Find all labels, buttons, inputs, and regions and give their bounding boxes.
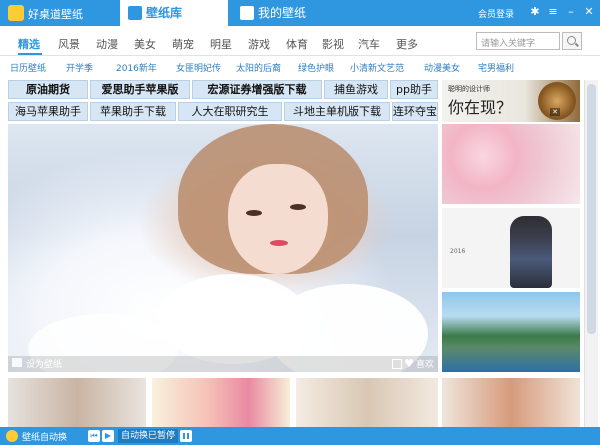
previous-icon[interactable]: ⏮ [88, 430, 100, 442]
ad-link[interactable]: 苹果助手下载 [90, 102, 176, 121]
tab-label: 我的壁纸 [258, 6, 307, 20]
search-input[interactable]: 请输入关键字 [476, 32, 560, 50]
ad-headline: 你在现？ [448, 98, 513, 117]
category-nav: 精选 风景 动漫 美女 萌宠 明星 游戏 体育 影视 汽车 更多 请输入关键字 [0, 26, 600, 56]
ad-link[interactable]: 原油期货 [8, 80, 88, 99]
calendar-year: 2016 [450, 248, 466, 255]
menu-icon[interactable]: ≡ [546, 5, 560, 19]
wallpaper-action-bar: 设为壁纸 ♥ 喜欢 [8, 356, 438, 372]
hot-tags: 日历壁纸 开学季 2016新年 女匪明妃传 太阳的后裔 绿色护眼 小清新文艺范 … [0, 57, 600, 77]
tag-fresh[interactable]: 小清新文艺范 [350, 61, 404, 74]
picture-icon [128, 6, 142, 20]
set-wallpaper-button[interactable]: 设为壁纸 [12, 357, 62, 370]
nav-item-stars[interactable]: 明星 [210, 36, 232, 52]
folder-icon [240, 6, 254, 20]
close-icon[interactable]: ✕ [582, 5, 596, 19]
auto-switch-icon [6, 430, 18, 442]
wallpaper-thumb[interactable] [442, 378, 580, 428]
heart-icon[interactable]: ♥ [404, 357, 414, 370]
wallpaper-eye-shape [290, 204, 306, 210]
minimize-icon[interactable]: – [564, 5, 578, 19]
wallpaper-thumb-calendar[interactable]: 2016 [442, 208, 580, 288]
tag-eye-care[interactable]: 绿色护眼 [298, 61, 334, 74]
nav-item-games[interactable]: 游戏 [248, 36, 270, 52]
wallpaper-thumb[interactable] [152, 378, 290, 428]
scrollbar-thumb[interactable] [587, 84, 596, 334]
active-tab-indicator [18, 53, 42, 55]
tag-calendar[interactable]: 日历壁纸 [10, 61, 46, 74]
wallpaper-eye-shape [246, 210, 262, 216]
close-ad-icon[interactable]: ✕ [550, 108, 560, 116]
ad-caption: 聪明的设计师 [448, 85, 490, 93]
wallpaper-lips-shape [270, 240, 288, 246]
nav-item-featured[interactable]: 精选 [18, 36, 40, 52]
vertical-scrollbar[interactable] [584, 80, 598, 428]
nav-item-more[interactable]: 更多 [396, 36, 418, 52]
nav-item-cars[interactable]: 汽车 [358, 36, 380, 52]
app-name: 好桌道壁纸 [28, 8, 83, 21]
auto-switch-status[interactable]: 自动换已暂停 [118, 429, 178, 443]
nav-item-beauty[interactable]: 美女 [134, 36, 156, 52]
auto-switch-label: 壁纸自动换 [22, 433, 68, 443]
tag-otaku[interactable]: 宅男福利 [478, 61, 514, 74]
ad-link[interactable]: 连环夺宝 [392, 102, 438, 121]
wallpaper-thumb[interactable] [296, 378, 438, 428]
next-icon[interactable]: ▶ [102, 430, 114, 442]
nav-item-scenery[interactable]: 风景 [58, 36, 80, 52]
tag-school[interactable]: 开学季 [66, 61, 93, 74]
nav-item-anime[interactable]: 动漫 [96, 36, 118, 52]
ad-links: 原油期货 爱思助手苹果版 宏源证券增强版下载 捕鱼游戏 pp助手 海马苹果助手 … [8, 80, 438, 122]
nav-item-sports[interactable]: 体育 [286, 36, 308, 52]
wallpaper-person-shape [510, 216, 552, 288]
nav-item-movies[interactable]: 影视 [322, 36, 344, 52]
wallpaper-thumb[interactable] [8, 378, 146, 428]
status-bar: 壁纸自动换 ⏮ ▶ 自动换已暂停 [0, 427, 600, 445]
ad-link[interactable]: 宏源证券增强版下载 [192, 80, 322, 99]
member-login-link[interactable]: 会员登录 [478, 7, 514, 20]
ad-link[interactable]: pp助手 [390, 80, 438, 99]
side-ad-banner[interactable]: 聪明的设计师 你在现？ ✕ [442, 80, 580, 122]
featured-wallpaper[interactable]: 设为壁纸 ♥ 喜欢 [8, 124, 438, 372]
search-icon[interactable] [562, 32, 582, 50]
app-logo-icon [8, 5, 24, 21]
like-label[interactable]: 喜欢 [416, 357, 434, 370]
wallpaper-face-shape [228, 164, 328, 274]
ad-link[interactable]: 人大在职研究生 [178, 102, 282, 121]
skin-icon[interactable]: ✱ [528, 5, 542, 19]
preview-icon[interactable] [392, 359, 402, 369]
tag-drama[interactable]: 女匪明妃传 [176, 61, 221, 74]
ad-link[interactable]: 海马苹果助手 [8, 102, 88, 121]
tab-wallpaper-library[interactable]: 壁纸库 [120, 0, 228, 26]
tab-label: 壁纸库 [146, 6, 183, 20]
nav-item-pets[interactable]: 萌宠 [172, 36, 194, 52]
wallpaper-thumb-harbor[interactable] [442, 292, 580, 372]
title-bar: 好桌道壁纸 壁纸库 我的壁纸 会员登录 ✱ ≡ – ✕ [0, 0, 600, 26]
pause-icon[interactable] [180, 430, 192, 442]
tag-anime-beauty[interactable]: 动漫美女 [424, 61, 460, 74]
ad-link[interactable]: 斗地主单机版下载 [284, 102, 390, 121]
tag-sun-descendant[interactable]: 太阳的后裔 [236, 61, 281, 74]
wallpaper-thumb-blossom[interactable] [442, 124, 580, 204]
tag-newyear[interactable]: 2016新年 [116, 61, 157, 74]
ad-link[interactable]: 捕鱼游戏 [324, 80, 388, 99]
ad-link[interactable]: 爱思助手苹果版 [90, 80, 190, 99]
tab-my-wallpaper[interactable]: 我的壁纸 [232, 0, 332, 26]
